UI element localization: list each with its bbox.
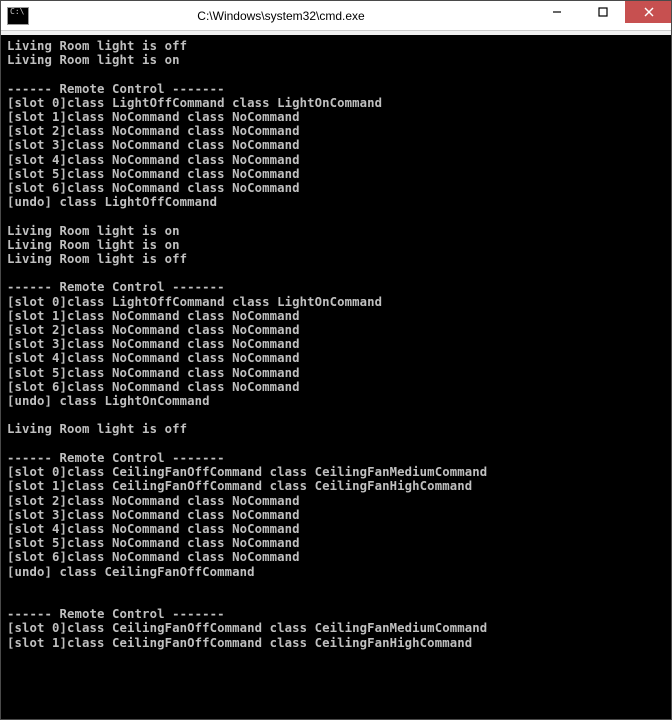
minimize-icon — [552, 7, 562, 17]
close-icon — [644, 7, 654, 17]
minimize-button[interactable] — [533, 1, 579, 23]
window-controls — [533, 1, 671, 30]
close-button[interactable] — [625, 1, 671, 23]
terminal-output[interactable]: Living Room light is off Living Room lig… — [1, 35, 671, 719]
maximize-button[interactable] — [579, 1, 625, 23]
cmd-icon: C:\ — [7, 7, 29, 25]
titlebar[interactable]: C:\ C:\Windows\system32\cmd.exe — [1, 1, 671, 31]
window-title: C:\Windows\system32\cmd.exe — [29, 9, 533, 23]
maximize-icon — [598, 7, 608, 17]
app-window: C:\ C:\Windows\system32\cmd.exe Livi — [0, 0, 672, 720]
